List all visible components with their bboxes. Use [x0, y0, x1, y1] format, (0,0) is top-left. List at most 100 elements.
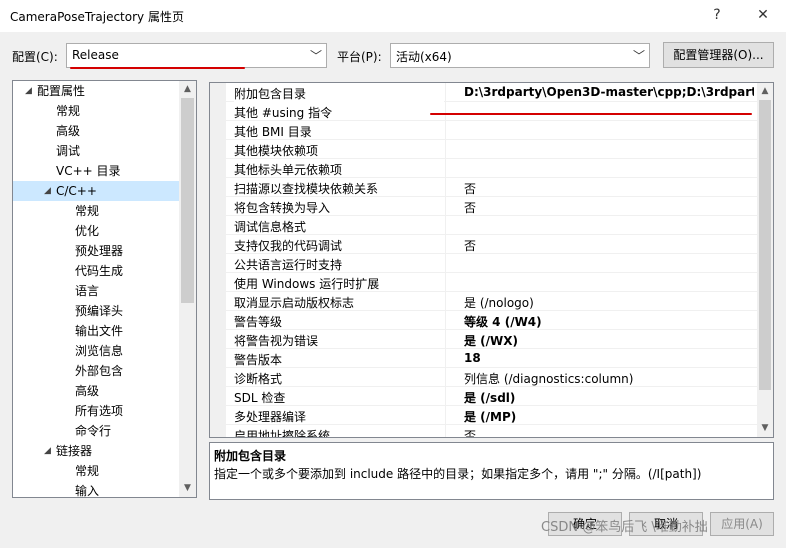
- property-row[interactable]: 警告版本 18: [226, 349, 757, 368]
- property-row[interactable]: 调试信息格式: [226, 216, 757, 235]
- tree-item-label: 链接器: [56, 444, 93, 458]
- property-value[interactable]: 列信息 (/diagnostics:column): [464, 370, 754, 387]
- annotation-underline-config: [70, 67, 245, 69]
- property-row[interactable]: 其他模块依赖项: [226, 140, 757, 159]
- tree-scroll-thumb[interactable]: [181, 98, 194, 303]
- property-name: 其他模块依赖项: [234, 144, 319, 158]
- property-value[interactable]: 否: [464, 427, 754, 437]
- tree-item[interactable]: 浏览信息: [13, 341, 179, 361]
- property-row[interactable]: 诊断格式 列信息 (/diagnostics:column): [226, 368, 757, 387]
- tree-item[interactable]: 所有选项: [13, 401, 179, 421]
- apply-button[interactable]: 应用(A): [710, 512, 774, 536]
- property-row[interactable]: 其他 BMI 目录: [226, 121, 757, 140]
- scroll-up-icon[interactable]: ▲: [179, 81, 196, 98]
- property-value[interactable]: 是 (/sdl): [464, 389, 754, 406]
- tree-item[interactable]: 输入: [13, 481, 179, 497]
- property-row[interactable]: 附加包含目录 D:\3rdparty\Open3D-master\cpp;D:\3…: [226, 83, 757, 102]
- chevron-down-icon: ﹀: [632, 49, 645, 63]
- property-name: 支持仅我的代码调试: [234, 239, 343, 253]
- tree-item[interactable]: 常规: [13, 461, 179, 481]
- property-value[interactable]: D:\3rdparty\Open3D-master\cpp;D:\3rdpart…: [464, 85, 754, 99]
- tree-item[interactable]: ◢ C/C++: [13, 181, 179, 201]
- property-row[interactable]: 将警告视为错误 是 (/WX): [226, 330, 757, 349]
- column-separator: [445, 197, 446, 215]
- tree-item-label: 调试: [56, 144, 81, 158]
- property-value[interactable]: 是 (/nologo): [464, 294, 754, 311]
- tree-item-label: 预编译头: [75, 304, 124, 318]
- tree-item-label: VC++ 目录: [56, 164, 121, 178]
- property-row[interactable]: 多处理器编译 是 (/MP): [226, 406, 757, 425]
- column-separator: [445, 425, 446, 437]
- property-value[interactable]: 是 (/WX): [464, 332, 754, 349]
- property-name: 将包含转换为导入: [234, 201, 331, 215]
- property-row[interactable]: SDL 检查 是 (/sdl): [226, 387, 757, 406]
- property-name: 扫描源以查找模块依赖关系: [234, 182, 379, 196]
- property-value[interactable]: 否: [464, 180, 754, 197]
- property-row[interactable]: 将包含转换为导入 否: [226, 197, 757, 216]
- window-title: CameraPoseTrajectory 属性页: [10, 10, 184, 24]
- scroll-up-icon[interactable]: ▲: [757, 83, 773, 100]
- property-value[interactable]: 否: [464, 237, 754, 254]
- tree-item-label: 语言: [75, 284, 100, 298]
- property-row[interactable]: 取消显示启动版权标志 是 (/nologo): [226, 292, 757, 311]
- property-row[interactable]: 公共语言运行时支持: [226, 254, 757, 273]
- tree-item[interactable]: ◢ 配置属性: [13, 81, 179, 101]
- description-panel: 附加包含目录 指定一个或多个要添加到 include 路径中的目录；如果指定多个…: [209, 442, 774, 500]
- tree-item[interactable]: 优化: [13, 221, 179, 241]
- column-separator: [445, 368, 446, 386]
- property-value[interactable]: 等级 4 (/W4): [464, 313, 754, 330]
- tree-item[interactable]: 高级: [13, 121, 179, 141]
- description-title: 附加包含目录: [214, 449, 287, 463]
- expand-triangle-icon[interactable]: ◢: [25, 81, 32, 101]
- property-row[interactable]: 其他标头单元依赖项: [226, 159, 757, 178]
- property-row[interactable]: 扫描源以查找模块依赖关系 否: [226, 178, 757, 197]
- close-button[interactable]: ✕: [750, 4, 776, 26]
- property-name: 公共语言运行时支持: [234, 258, 343, 272]
- tree-item[interactable]: 常规: [13, 101, 179, 121]
- tree-item-label: 浏览信息: [75, 344, 124, 358]
- tree-item[interactable]: 高级: [13, 381, 179, 401]
- expand-triangle-icon[interactable]: ◢: [44, 441, 51, 461]
- property-value[interactable]: 否: [464, 199, 754, 216]
- expand-triangle-icon[interactable]: ◢: [44, 181, 51, 201]
- property-name: 附加包含目录: [234, 85, 444, 102]
- property-name: 诊断格式: [234, 372, 283, 386]
- tree-scrollbar[interactable]: ▲ ▼: [179, 81, 196, 497]
- tree-item-label: 预处理器: [75, 244, 124, 258]
- property-value[interactable]: 是 (/MP): [464, 408, 754, 425]
- config-dropdown[interactable]: Release ﹀: [66, 43, 327, 68]
- tree-item[interactable]: 命令行: [13, 421, 179, 441]
- property-name: 其他标头单元依赖项: [234, 163, 343, 177]
- tree-item[interactable]: 输出文件: [13, 321, 179, 341]
- tree-item[interactable]: 代码生成: [13, 261, 179, 281]
- scroll-down-icon[interactable]: ▼: [179, 480, 196, 497]
- column-separator: [445, 387, 446, 405]
- property-value[interactable]: 18: [464, 351, 754, 365]
- tree-item[interactable]: 常规: [13, 201, 179, 221]
- config-manager-button[interactable]: 配置管理器(O)...: [663, 42, 774, 68]
- property-row[interactable]: 其他 #using 指令: [226, 102, 757, 121]
- tree-item[interactable]: 调试: [13, 141, 179, 161]
- column-separator: [445, 254, 446, 272]
- property-row[interactable]: 警告等级 等级 4 (/W4): [226, 311, 757, 330]
- property-name: 其他 #using 指令: [234, 106, 333, 120]
- property-row[interactable]: 使用 Windows 运行时扩展: [226, 273, 757, 292]
- tree-item[interactable]: 预处理器: [13, 241, 179, 261]
- property-row[interactable]: 启用地址擦除系统 否: [226, 425, 757, 437]
- tree-item[interactable]: VC++ 目录: [13, 161, 179, 181]
- grid-scroll-thumb[interactable]: [759, 100, 771, 390]
- platform-dropdown[interactable]: 活动(x64) ﹀: [390, 43, 650, 68]
- description-text: 指定一个或多个要添加到 include 路径中的目录；如果指定多个，请用 ";"…: [214, 467, 702, 481]
- grid-scrollbar[interactable]: ▲ ▼: [757, 83, 773, 437]
- tree-item-label: 高级: [56, 124, 81, 138]
- property-name: 调试信息格式: [234, 220, 307, 234]
- column-separator: [445, 102, 446, 120]
- property-name: 取消显示启动版权标志: [234, 296, 355, 310]
- tree-item[interactable]: ◢ 链接器: [13, 441, 179, 461]
- scroll-down-icon[interactable]: ▼: [757, 420, 773, 437]
- tree-item[interactable]: 预编译头: [13, 301, 179, 321]
- property-row[interactable]: 支持仅我的代码调试 否: [226, 235, 757, 254]
- tree-item[interactable]: 外部包含: [13, 361, 179, 381]
- help-button[interactable]: ?: [704, 4, 730, 26]
- tree-item[interactable]: 语言: [13, 281, 179, 301]
